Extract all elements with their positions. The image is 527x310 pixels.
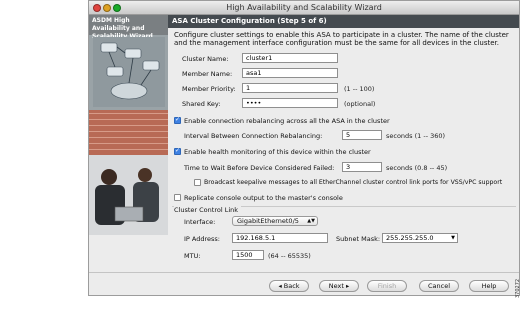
- step-description: Configure cluster settings to enable thi…: [174, 31, 509, 47]
- health-monitoring-checkbox-label: Enable health monitoring of this device …: [184, 148, 371, 156]
- ip-address-label: IP Address:: [184, 235, 220, 243]
- member-priority-label: Member Priority:: [182, 85, 236, 93]
- select-arrows-icon: ▲▼: [307, 218, 315, 224]
- subnet-mask-value: 255.255.255.0: [386, 234, 434, 242]
- people-at-laptop-photo: [89, 155, 168, 235]
- cluster-name-label: Cluster Name:: [182, 55, 229, 63]
- health-monitoring-checkbox[interactable]: [174, 147, 181, 155]
- finish-button[interactable]: Finish: [367, 280, 407, 292]
- subnet-mask-combo[interactable]: 255.255.255.0 ▼: [382, 233, 458, 243]
- mtu-hint: (64 -- 65535): [268, 252, 311, 260]
- wizard-window: High Availability and Scalability Wizard…: [88, 0, 520, 296]
- cancel-button[interactable]: Cancel: [419, 280, 459, 292]
- shared-key-label: Shared Key:: [182, 100, 221, 108]
- interface-label: Interface:: [184, 218, 216, 226]
- step-header: ASA Cluster Configuration (Step 5 of 6): [168, 15, 519, 28]
- broadcast-keepalive-label: Broadcast keepalive messages to all Ethe…: [204, 179, 503, 186]
- mtu-label: MTU:: [184, 252, 201, 260]
- replicate-console-label: Replicate console output to the master's…: [184, 194, 343, 202]
- rebalancing-checkbox[interactable]: [174, 116, 181, 124]
- wizard-button-bar: ◂ Back Next ▸ Finish Cancel Help: [89, 272, 519, 295]
- failure-wait-label: Time to Wait Before Device Considered Fa…: [184, 164, 335, 172]
- rebalancing-interval-label: Interval Between Connection Rebalancing:: [184, 132, 323, 140]
- member-priority-input[interactable]: 1: [242, 83, 338, 93]
- cluster-name-input[interactable]: cluster1: [242, 53, 338, 63]
- ip-address-input[interactable]: 192.168.5.1: [232, 233, 328, 243]
- title-bar: High Availability and Scalability Wizard: [89, 1, 519, 15]
- member-name-label: Member Name:: [182, 70, 233, 78]
- failure-wait-hint: seconds (0.8 -- 45): [386, 164, 448, 172]
- wizard-side-panel: ASDM High Availability and Scalability W…: [89, 15, 168, 235]
- shared-key-input[interactable]: ••••: [242, 98, 338, 108]
- broadcast-keepalive-checkbox[interactable]: [194, 179, 201, 186]
- brick-wall-image: [89, 110, 168, 155]
- failure-wait-input[interactable]: 3: [342, 162, 382, 172]
- side-panel-heading: ASDM High Availability and Scalability W…: [89, 15, 168, 40]
- rebalancing-interval-input[interactable]: 5: [342, 130, 382, 140]
- back-button[interactable]: ◂ Back: [269, 280, 309, 292]
- chevron-down-icon: ▼: [451, 235, 455, 241]
- window-title: High Availability and Scalability Wizard: [226, 3, 382, 12]
- rebalancing-interval-hint: seconds (1 -- 360): [386, 132, 446, 140]
- help-button[interactable]: Help: [469, 280, 509, 292]
- member-name-input[interactable]: asa1: [242, 68, 338, 78]
- ccl-section-label: Cluster Control Link: [174, 206, 242, 214]
- subnet-mask-label: Subnet Mask:: [336, 235, 381, 243]
- mtu-input[interactable]: 1500: [232, 250, 264, 260]
- interface-select-value: GigabitEthernet0/5: [237, 217, 299, 225]
- next-button[interactable]: Next ▸: [319, 280, 359, 292]
- figure-number: 370272: [515, 278, 521, 298]
- shared-key-hint: (optional): [344, 100, 376, 108]
- rebalancing-checkbox-label: Enable connection rebalancing across all…: [184, 117, 390, 125]
- network-diagram-illustration: [93, 37, 165, 107]
- member-priority-hint: (1 -- 100): [344, 85, 375, 93]
- cluster-config-form: Configure cluster settings to enable thi…: [168, 28, 519, 272]
- interface-select[interactable]: GigabitEthernet0/5 ▲▼: [232, 216, 318, 226]
- replicate-console-checkbox[interactable]: [174, 194, 181, 201]
